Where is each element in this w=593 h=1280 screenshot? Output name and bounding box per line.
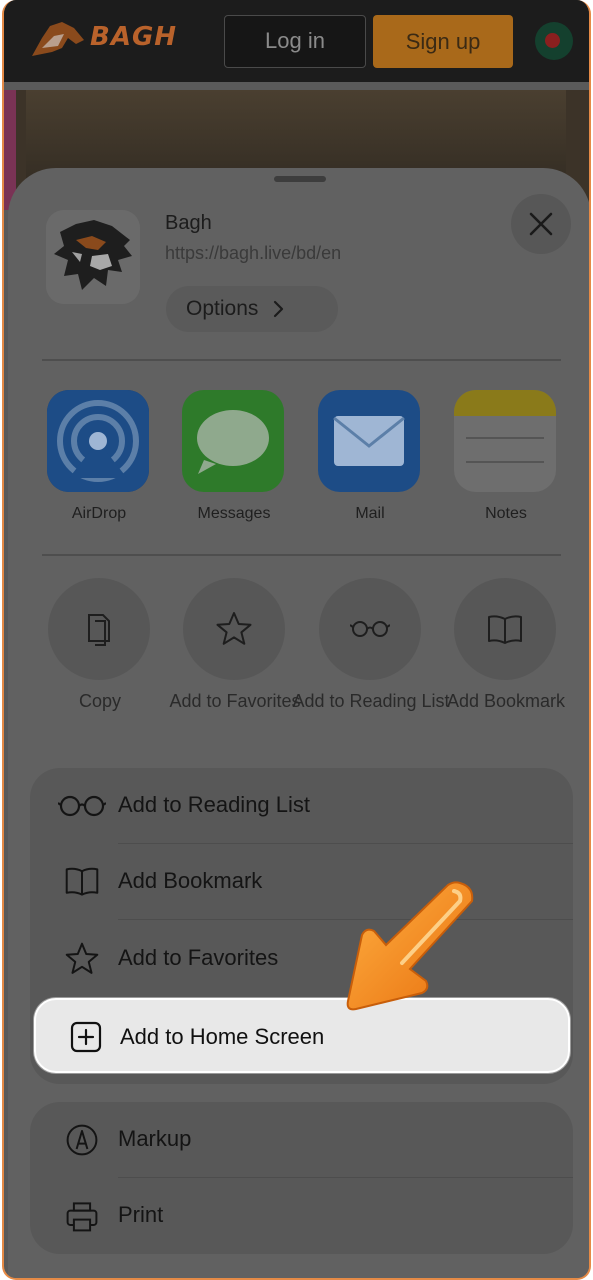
action-add-to-favorites[interactable]: Add to Favorites <box>169 578 301 711</box>
close-button[interactable] <box>511 194 571 254</box>
action-add-to-reading-list[interactable]: Add to Reading List <box>292 578 450 711</box>
book-icon <box>65 867 99 896</box>
menu-group-2: Markup Print <box>30 1102 573 1254</box>
divider <box>42 554 561 556</box>
orange-arrow-icon <box>346 881 474 1011</box>
printer-icon <box>66 1202 98 1232</box>
star-icon <box>65 942 99 974</box>
sheet-grabber[interactable] <box>274 176 326 182</box>
share-app-messages[interactable]: Messages <box>182 390 286 522</box>
signup-button[interactable]: Sign up <box>373 15 513 68</box>
sheet-site-title: Bagh <box>165 212 212 234</box>
screen-frame: BAGH Log in Sign up Bagh https://bagh.li… <box>2 0 591 1280</box>
action-label: Add Bookmark <box>446 691 566 711</box>
close-icon <box>529 212 553 236</box>
bagh-logo[interactable]: BAGH <box>28 18 176 64</box>
star-icon <box>183 578 285 680</box>
options-button[interactable]: Options <box>166 286 338 332</box>
bangladesh-flag-icon[interactable] <box>535 22 573 60</box>
tiger-logo-icon <box>32 22 84 56</box>
airdrop-icon <box>47 390 149 492</box>
notes-icon <box>454 390 556 492</box>
site-header: BAGH Log in Sign up <box>4 0 589 82</box>
book-icon <box>454 578 556 680</box>
plus-square-icon <box>70 1021 102 1053</box>
chevron-right-icon <box>273 300 284 318</box>
divider <box>42 359 561 361</box>
share-app-label: Notes <box>485 505 527 522</box>
copy-icon <box>48 578 150 680</box>
markup-icon <box>66 1124 98 1156</box>
menu-item-print[interactable]: Print <box>30 1178 573 1254</box>
share-app-mail[interactable]: Mail <box>318 390 422 522</box>
mail-icon <box>318 390 420 492</box>
share-app-label: Messages <box>197 505 271 522</box>
menu-item-label: Print <box>118 1202 164 1227</box>
logo-wordmark: BAGH <box>90 22 178 52</box>
menu-item-label: Add to Reading List <box>118 792 311 817</box>
share-app-airdrop[interactable]: AirDrop <box>47 390 151 522</box>
menu-item-add-to-favorites[interactable]: Add to Favorites <box>30 921 573 997</box>
menu-item-add-to-reading-list[interactable]: Add to Reading List <box>30 768 573 844</box>
menu-item-add-bookmark[interactable]: Add Bookmark <box>30 844 573 920</box>
share-app-label: AirDrop <box>71 505 127 522</box>
tiger-head-icon <box>46 210 140 304</box>
share-sheet: Bagh https://bagh.live/bd/en Options Air… <box>8 168 589 1278</box>
sheet-site-url: https://bagh.live/bd/en <box>165 243 342 263</box>
menu-item-label: Add to Home Screen <box>120 1024 325 1049</box>
share-app-label: Mail <box>355 505 385 522</box>
menu-item-label: Add to Favorites <box>118 945 279 970</box>
site-icon <box>46 210 140 304</box>
menu-item-label: Add Bookmark <box>118 868 263 893</box>
options-label: Options <box>186 297 259 320</box>
menu-item-label: Markup <box>118 1126 192 1151</box>
menu-item-add-to-home-screen[interactable]: Add to Home Screen <box>34 998 570 1073</box>
action-copy[interactable]: Copy <box>48 578 152 711</box>
messages-icon <box>182 390 284 492</box>
share-app-notes[interactable]: Notes <box>454 390 558 522</box>
glasses-icon <box>319 578 421 680</box>
action-add-bookmark[interactable]: Add Bookmark <box>447 578 565 711</box>
menu-item-markup[interactable]: Markup <box>30 1102 573 1178</box>
glasses-icon <box>58 795 106 817</box>
login-button[interactable]: Log in <box>224 15 366 68</box>
